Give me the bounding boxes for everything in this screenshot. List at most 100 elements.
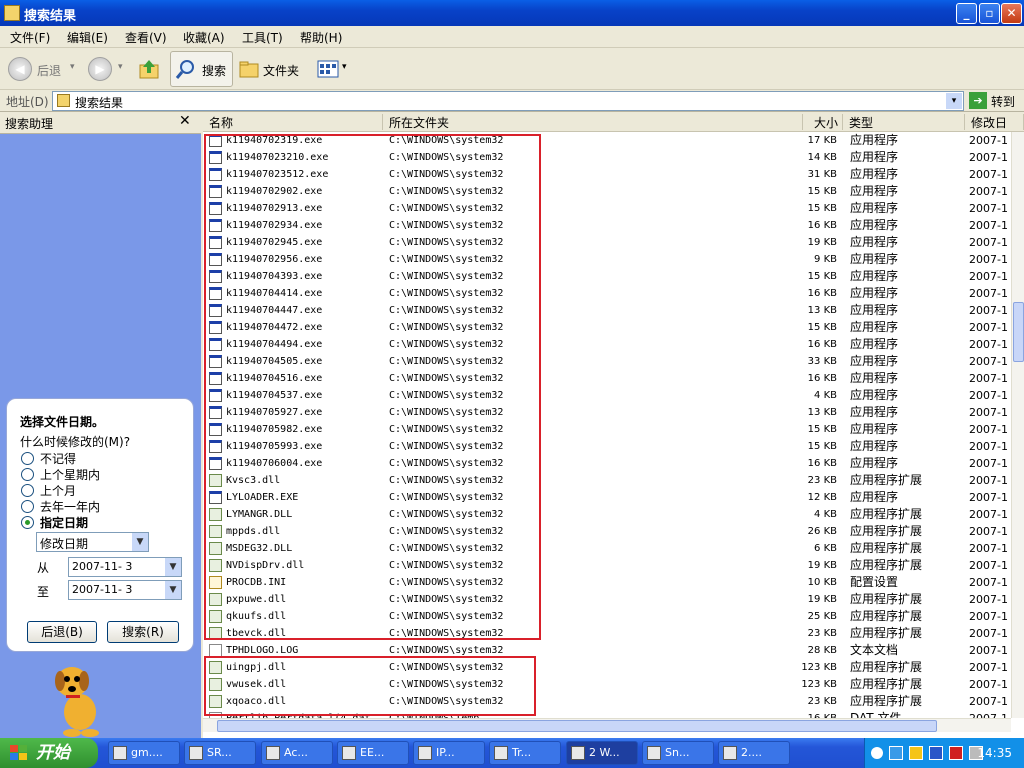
menu-edit[interactable]: 编辑(E)	[67, 29, 108, 46]
radio-label: 不记得	[40, 452, 77, 466]
pane-close-icon[interactable]: ✕	[179, 113, 191, 129]
file-type: 应用程序	[850, 354, 899, 368]
back-button-panel[interactable]: 后退(B)	[27, 621, 97, 643]
file-date: 2007-1	[969, 168, 1008, 181]
radio-specify-dates[interactable]	[21, 516, 34, 529]
views-icon[interactable]	[317, 58, 339, 80]
back-dropdown-icon[interactable]: ▾	[70, 62, 75, 72]
network-icon[interactable]	[889, 746, 903, 760]
shield-icon[interactable]	[909, 746, 923, 760]
minimize-button[interactable]: _	[956, 3, 977, 24]
menu-file[interactable]: 文件(F)	[10, 29, 50, 46]
taskbar-button[interactable]: 2....	[718, 741, 790, 765]
date-type-select[interactable]: 修改日期 ▼	[36, 532, 149, 552]
search-dog-icon	[55, 667, 99, 737]
go-arrow-icon[interactable]: ➔	[969, 92, 987, 109]
forward-arrow-icon[interactable]: ▶	[88, 57, 112, 81]
file-size: 16 KB	[807, 288, 837, 299]
file-type: 应用程序	[850, 235, 899, 249]
search-button[interactable]: 搜索	[170, 51, 233, 87]
taskbar-button[interactable]: IP...	[413, 741, 485, 765]
file-date: 2007-1	[969, 610, 1008, 623]
go-button[interactable]: 转到	[991, 93, 1015, 110]
taskbar-button[interactable]: Ac...	[261, 741, 333, 765]
antivirus-icon[interactable]	[949, 746, 963, 760]
file-type: 应用程序扩展	[850, 558, 923, 572]
menu-help[interactable]: 帮助(H)	[300, 29, 342, 46]
file-date: 2007-1	[969, 440, 1008, 453]
column-modified[interactable]: 修改日	[965, 114, 1024, 130]
column-name[interactable]: 名称	[203, 114, 383, 130]
horizontal-scroll-thumb[interactable]	[217, 720, 937, 732]
maximize-button[interactable]: ▫	[979, 3, 1000, 24]
menu-view[interactable]: 查看(V)	[125, 29, 167, 46]
file-type: 应用程序	[850, 388, 899, 402]
file-type: 应用程序	[850, 422, 899, 436]
clock[interactable]: 14:35	[977, 746, 1012, 760]
file-date: 2007-1	[969, 474, 1008, 487]
file-size: 26 KB	[807, 526, 837, 537]
chevron-down-icon: ▼	[165, 558, 181, 576]
file-date: 2007-1	[969, 389, 1008, 402]
start-button[interactable]: 开始	[0, 738, 98, 768]
bluetooth-icon[interactable]	[929, 746, 943, 760]
column-size[interactable]: 大小	[803, 114, 843, 130]
tray-expand-icon[interactable]	[871, 747, 883, 759]
file-type: 应用程序	[850, 405, 899, 419]
file-size: 25 KB	[807, 611, 837, 622]
from-date-picker[interactable]: 2007-11- 3 ▼	[68, 557, 182, 577]
date-options-panel: 选择文件日期。 什么时候修改的(M)? 不记得 上个星期内 上个月 去年一年内 …	[6, 398, 194, 652]
magnifier-icon	[175, 60, 194, 79]
to-date-picker[interactable]: 2007-11- 3 ▼	[68, 580, 182, 600]
address-dropdown-icon[interactable]: ▾	[946, 93, 962, 109]
highlight-box-bottom	[204, 656, 536, 716]
forward-dropdown-icon[interactable]: ▾	[118, 62, 123, 72]
views-dropdown-icon[interactable]: ▾	[342, 62, 347, 72]
file-size: 33 KB	[807, 356, 837, 367]
vertical-scroll-thumb[interactable]	[1013, 302, 1024, 362]
address-input[interactable]: 搜索结果 ▾	[52, 91, 964, 111]
search-button-panel[interactable]: 搜索(R)	[107, 621, 179, 643]
menu-tools[interactable]: 工具(T)	[242, 29, 283, 46]
close-button[interactable]: ✕	[1001, 3, 1022, 24]
file-type: 应用程序	[850, 201, 899, 215]
column-folder[interactable]: 所在文件夹	[383, 114, 803, 130]
folders-icon	[239, 61, 259, 78]
folders-button[interactable]: 文件夹	[263, 62, 299, 79]
search-assistant-pane: 搜索助理 ✕ 选择文件日期。 什么时候修改的(M)? 不记得 上个星期内 上个月…	[0, 112, 201, 738]
taskbar-button[interactable]: gm....	[108, 741, 180, 765]
app-icon	[418, 746, 432, 760]
file-date: 2007-1	[969, 287, 1008, 300]
taskbar-button[interactable]: EE...	[337, 741, 409, 765]
menu-favorites[interactable]: 收藏(A)	[183, 29, 225, 46]
taskbar-button[interactable]: Sn...	[642, 741, 714, 765]
column-type[interactable]: 类型	[843, 114, 965, 130]
vertical-scrollbar[interactable]	[1011, 132, 1024, 718]
taskbar-button[interactable]: 2 W...	[566, 741, 638, 765]
title-bar[interactable]: 搜索结果 _ ▫ ✕	[0, 0, 1024, 26]
back-arrow-icon[interactable]: ◀	[8, 57, 32, 81]
taskbar-button[interactable]: SR...	[184, 741, 256, 765]
radio-last-month[interactable]	[21, 484, 34, 497]
to-label: 至	[37, 585, 50, 599]
file-type: 应用程序扩展	[850, 694, 923, 708]
address-value: 搜索结果	[75, 96, 124, 110]
file-type: 应用程序扩展	[850, 541, 923, 555]
up-folder-icon[interactable]	[138, 58, 160, 80]
file-type: 应用程序	[850, 490, 899, 504]
radio-last-week[interactable]	[21, 468, 34, 481]
file-size: 23 KB	[807, 475, 837, 486]
taskbar-button[interactable]: Tr...	[489, 741, 561, 765]
taskbar-button-label: Ac...	[284, 746, 308, 759]
file-date: 2007-1	[969, 304, 1008, 317]
back-button[interactable]: 后退	[37, 62, 61, 79]
horizontal-scrollbar[interactable]	[203, 718, 1011, 732]
file-size: 9 KB	[814, 254, 837, 265]
file-type: 应用程序扩展	[850, 473, 923, 487]
radio-dont-remember[interactable]	[21, 452, 34, 465]
from-label: 从	[37, 561, 50, 575]
file-size: 19 KB	[807, 560, 837, 571]
file-date: 2007-1	[969, 270, 1008, 283]
radio-last-year[interactable]	[21, 500, 34, 513]
address-bar: 地址(D) 搜索结果 ▾ ➔ 转到	[0, 90, 1024, 112]
